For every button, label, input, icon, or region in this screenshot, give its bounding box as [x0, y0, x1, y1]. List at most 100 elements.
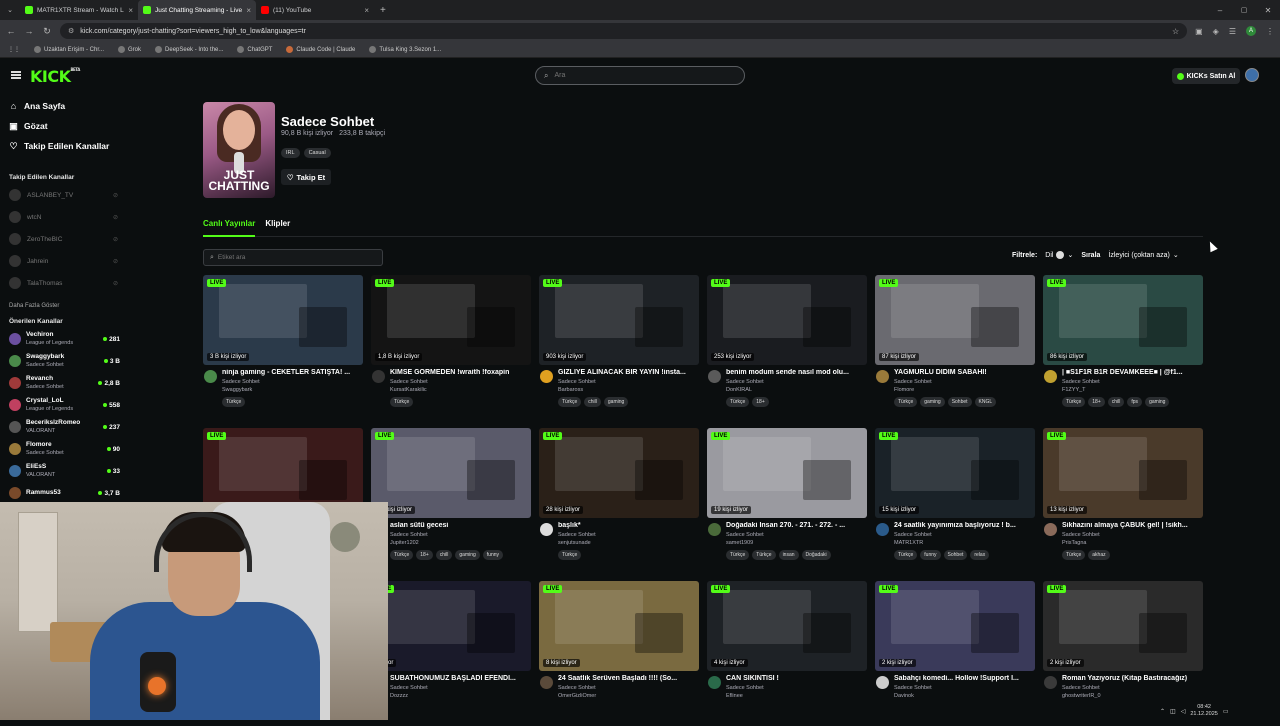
sidebar-icon[interactable]: ☰	[1229, 27, 1236, 36]
stream-category[interactable]: Sadece Sohbet	[558, 685, 596, 691]
follow-button[interactable]: ♡ Takip Et	[281, 169, 331, 185]
stream-thumbnail[interactable]: LIVE 3 B kişi izliyor	[203, 275, 363, 365]
stream-category[interactable]: Sadece Sohbet	[1062, 379, 1100, 385]
streamer-avatar[interactable]	[540, 676, 553, 689]
stream-card[interactable]: LIVE 13 kişi izliyor Sikhazını almaya ÇABU…	[1043, 428, 1203, 573]
stream-tag[interactable]: relax	[970, 550, 990, 560]
apps-grid-icon[interactable]: ⋮⋮	[8, 46, 20, 53]
recommended-channel[interactable]: Flomore Sadece Sohbet 90	[0, 438, 130, 460]
user-avatar[interactable]	[1245, 68, 1259, 82]
tag-search-input[interactable]	[217, 254, 368, 261]
new-tab-icon[interactable]: +	[380, 5, 386, 16]
stream-card[interactable]: LIVE 8 kişi izliyor 24 Saatlik Serüven Baş…	[539, 581, 699, 726]
stream-tag[interactable]: Türkçe	[222, 397, 246, 407]
stream-thumbnail[interactable]: LIVE 8 kişi izliyor	[539, 581, 699, 671]
followed-channel[interactable]: ASLANBEY_TV ⊘	[0, 184, 130, 206]
stream-card[interactable]: LIVE 31 kişi izliyor aslan sütü gecesi Sade…	[371, 428, 531, 573]
followed-channel[interactable]: wtcN ⊘	[0, 206, 130, 228]
streamer-avatar[interactable]	[204, 370, 217, 383]
stream-title[interactable]: KİMSE GÖRMEDEN !wraith !foxapin	[390, 369, 530, 376]
stream-thumbnail[interactable]: LIVE 13 kişi izliyor	[1043, 428, 1203, 518]
streamer-avatar[interactable]	[372, 370, 385, 383]
stream-category[interactable]: Sadece Sohbet	[390, 685, 428, 691]
stream-category[interactable]: Sadece Sohbet	[726, 379, 764, 385]
stream-tag[interactable]: Türkçe	[558, 550, 582, 560]
streamer-avatar[interactable]	[1044, 370, 1057, 383]
nav-browse[interactable]: ▣ Gözat	[0, 116, 130, 136]
stream-card[interactable]: LIVE 3 B kişi izliyor ninja gaming - CEKET…	[203, 275, 363, 420]
show-more-link[interactable]: Daha Fazla Göster	[0, 298, 130, 314]
stream-tag[interactable]: fps	[1127, 397, 1143, 407]
stream-tag[interactable]: gaming	[603, 397, 629, 407]
streamer-avatar[interactable]	[708, 370, 721, 383]
recommended-channel[interactable]: BecerikslzRomeo VALORANT 237	[0, 416, 130, 438]
recommended-channel[interactable]: Vechiron League of Legends 281	[0, 328, 130, 350]
sort-dropdown[interactable]: İzleyici (çoktan aza) ⌄	[1108, 251, 1178, 260]
stream-category[interactable]: Sadece Sohbet	[1062, 532, 1100, 538]
streamer-avatar[interactable]	[708, 523, 721, 536]
bookmark[interactable]: DeepSeek - Into the...	[155, 46, 223, 53]
followed-channel[interactable]: TalaThomas ⊘	[0, 272, 130, 294]
stream-channel[interactable]: Jupiter1202	[390, 540, 419, 546]
stream-category[interactable]: Sadece Sohbet	[1062, 685, 1100, 691]
stream-thumbnail[interactable]: LIVE 4 kişi izliyor	[707, 581, 867, 671]
stream-tag[interactable]: Türkçe	[390, 397, 414, 407]
tab-list-icon[interactable]: ⌄	[0, 6, 20, 14]
stream-thumbnail[interactable]: LIVE 15 kişi izliyor	[875, 428, 1035, 518]
bookmark[interactable]: ChatGPT	[237, 46, 272, 53]
tab-live-streams[interactable]: Canlı Yayınlar	[203, 217, 256, 237]
stream-tag[interactable]: funny	[920, 550, 941, 560]
address-bar[interactable]: ⚙ kick.com/category/just-chatting?sort=v…	[60, 23, 1188, 39]
stream-card[interactable]: LIVE 87 kişi izliyor YAĞMURLU DİDİM SABAHI…	[875, 275, 1035, 420]
stream-channel[interactable]: Dozzzz	[390, 693, 408, 699]
stream-tag[interactable]: Türkçe	[1062, 550, 1086, 560]
stream-category[interactable]: Sadece Sohbet	[894, 685, 932, 691]
recommended-channel[interactable]: EliEsS VALORANT 33	[0, 460, 130, 482]
stream-tag[interactable]: Türkçe	[558, 397, 582, 407]
stream-title[interactable]: benim modum sende nasıl mod olu...	[726, 369, 866, 376]
bookmark[interactable]: Uzaktan Erişim - Chr...	[34, 46, 104, 53]
streamer-avatar[interactable]	[540, 523, 553, 536]
stream-title[interactable]: YAĞMURLU DİDİM SABAHI!	[894, 369, 1034, 376]
stream-card[interactable]: LIVE 15 kişi izliyor 24 saatlik yayınımıza…	[875, 428, 1035, 573]
notification-icon[interactable]: ▭	[1223, 708, 1229, 715]
stream-card[interactable]: LIVEizliyor SUBATHONUMUZ BAŞLADI EFENDİ..…	[371, 581, 531, 726]
bookmark[interactable]: Grok	[118, 46, 141, 53]
kick-logo[interactable]: KICKBETA	[30, 67, 80, 86]
stream-tag[interactable]: insan	[778, 550, 799, 560]
stream-title[interactable]: Sabahçı komedi... Hollow !Support I...	[894, 675, 1034, 682]
stream-category[interactable]: Sadece Sohbet	[390, 379, 428, 385]
hamburger-menu-icon[interactable]	[11, 71, 21, 79]
stream-card[interactable]: LIVE 903 kişi izliyor GİZLİYE ALINACAK BİR…	[539, 275, 699, 420]
stream-title[interactable]: CAN SIKINTISI !	[726, 675, 866, 682]
close-tab-icon[interactable]: ×	[364, 6, 369, 15]
reload-icon[interactable]: ↻	[42, 26, 52, 37]
stream-tag[interactable]: funny	[482, 550, 504, 560]
nav-home[interactable]: ⌂ Ana Sayfa	[0, 96, 130, 116]
buy-kicks-button[interactable]: KICKs Satın Al	[1172, 68, 1240, 84]
search-input[interactable]	[554, 72, 735, 79]
volume-icon[interactable]: ◁	[1181, 708, 1186, 715]
stream-tag[interactable]: Türkçe	[1062, 397, 1086, 407]
stream-card[interactable]: LIVE 28 kişi izliyor başlık* Sadece Sohbet s…	[539, 428, 699, 573]
extension-icon[interactable]: ▣	[1195, 27, 1203, 36]
stream-title[interactable]: 24 saatlik yayınımıza başlıyoruz ! b...	[894, 522, 1034, 529]
stream-channel[interactable]: samet1909	[726, 540, 753, 546]
minimize-icon[interactable]: –	[1208, 6, 1232, 15]
stream-thumbnail[interactable]: LIVE 31 kişi izliyor	[371, 428, 531, 518]
stream-channel[interactable]: KursatKarakilic	[390, 387, 427, 393]
streamer-avatar[interactable]	[876, 523, 889, 536]
stream-tag[interactable]: chill	[435, 550, 453, 560]
streamer-avatar[interactable]	[1044, 523, 1057, 536]
stream-card[interactable]: LIVE 253 kişi izliyor benim modum sende na…	[707, 275, 867, 420]
streamer-avatar[interactable]	[540, 370, 553, 383]
stream-thumbnail[interactable]: LIVE 903 kişi izliyor	[539, 275, 699, 365]
stream-tag[interactable]: Doğadaki	[801, 550, 831, 560]
tray-arrow-icon[interactable]: ⌃	[1160, 708, 1165, 715]
stream-channel[interactable]: ghostwriterIR_0	[1062, 693, 1101, 699]
stream-title[interactable]: GİZLİYE ALINACAK BİR YAYIN !insta...	[558, 369, 698, 376]
stream-title[interactable]: | ■S1F1R B1R DEVAMKEEE■ | @f1...	[1062, 369, 1202, 376]
stream-category[interactable]: Sadece Sohbet	[894, 532, 932, 538]
stream-thumbnail[interactable]: LIVE 1,8 B kişi izliyor	[371, 275, 531, 365]
stream-title[interactable]: Sikhazını almaya ÇABUK gel! | !sikh...	[1062, 522, 1202, 529]
